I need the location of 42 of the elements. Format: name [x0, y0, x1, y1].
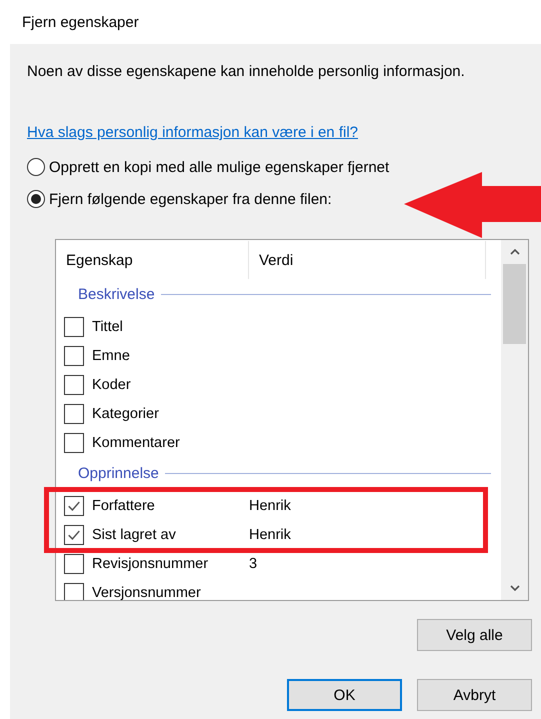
property-name: Sist lagret av [92, 526, 177, 542]
select-all-button[interactable]: Velg alle [417, 619, 532, 651]
checkbox[interactable] [64, 582, 84, 600]
property-name: Tittel [92, 318, 124, 334]
checkbox[interactable] [64, 524, 84, 544]
info-text: Noen av disse egenskapene kan inneholde personlig informasjon. [27, 63, 465, 80]
checkbox[interactable] [64, 496, 84, 516]
scroll-up-icon[interactable] [510, 249, 520, 255]
checkbox[interactable] [64, 554, 84, 574]
checkbox[interactable] [64, 374, 84, 394]
help-link[interactable]: Hva slags personlig informasjon kan være i en fil? [27, 124, 358, 141]
checkbox[interactable] [64, 316, 84, 336]
option-label[interactable]: Opprett en kopi med alle mulige egenskaper fjernet [49, 158, 390, 176]
scrollbar[interactable] [501, 240, 528, 600]
property-value: Henrik [249, 526, 291, 542]
arrow-icon [404, 172, 541, 238]
property-name: Forfattere [92, 498, 156, 514]
column-header[interactable]: Verdi [249, 241, 486, 279]
property-name: Kategorier [92, 406, 160, 422]
ok-button[interactable]: OK [287, 679, 402, 711]
scroll-down-icon[interactable] [510, 585, 520, 591]
property-name: Revisjonsnummer [92, 556, 210, 572]
property-name: Koder [92, 376, 132, 392]
scroll-thumb[interactable] [503, 264, 526, 344]
property-value: 3 [249, 556, 258, 572]
property-name: Versjonsnummer [92, 584, 202, 600]
checkbox[interactable] [64, 404, 84, 424]
column-header[interactable]: Egenskap [64, 241, 249, 279]
checkmark-icon [68, 500, 80, 510]
property-name: Emne [92, 348, 131, 364]
option-label[interactable]: Fjern følgende egenskaper fra denne filen: [49, 190, 332, 208]
group-header: Beskrivelse [78, 286, 155, 302]
checkbox[interactable] [64, 432, 84, 452]
radio-button[interactable] [27, 158, 45, 176]
checkmark-icon [68, 530, 80, 540]
window-title: Fjern egenskaper [22, 14, 139, 30]
checkbox[interactable] [64, 346, 84, 366]
property-name: Kommentarer [92, 434, 181, 450]
property-value: Henrik [249, 498, 291, 514]
group-header: Opprinnelse [78, 464, 159, 482]
cancel-button[interactable]: Avbryt [417, 679, 532, 711]
radio-button[interactable] [27, 190, 45, 208]
